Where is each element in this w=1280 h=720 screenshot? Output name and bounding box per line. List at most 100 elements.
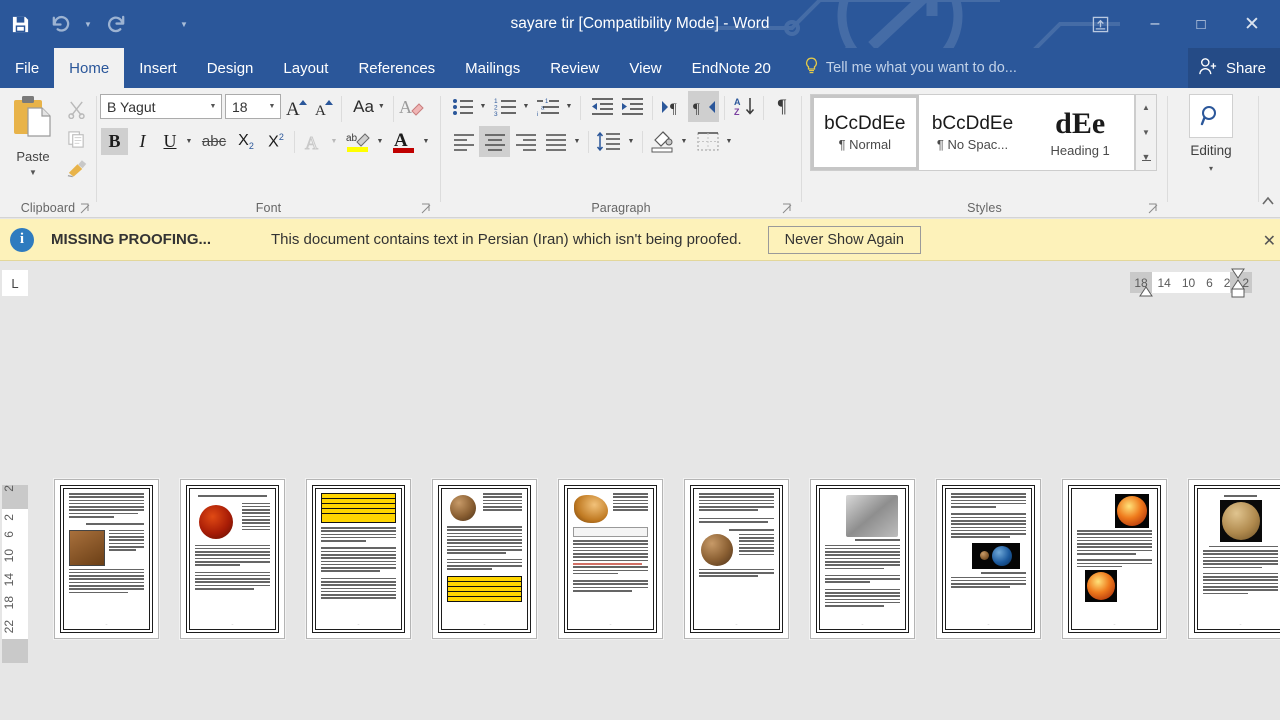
shading-dropdown-icon[interactable]: ▼ bbox=[677, 128, 691, 155]
right-to-left-button[interactable]: ¶ bbox=[688, 91, 719, 122]
clipboard-dialog-launcher[interactable] bbox=[80, 201, 92, 214]
document-page[interactable]: – bbox=[1062, 479, 1167, 639]
editing-dropdown-icon[interactable]: ▾ bbox=[1209, 164, 1213, 173]
maximize-restore-button[interactable]: □ bbox=[1178, 0, 1224, 48]
tab-review[interactable]: Review bbox=[535, 48, 614, 88]
numbering-dropdown-icon[interactable]: ▼ bbox=[519, 93, 533, 120]
share-button[interactable]: Share bbox=[1187, 48, 1280, 88]
tell-me-search[interactable]: Tell me what you want to do... bbox=[804, 48, 1017, 88]
document-canvas[interactable]: – – – – – – – – – – bbox=[28, 307, 1280, 720]
increase-indent-button[interactable] bbox=[617, 93, 647, 120]
bold-button[interactable]: B bbox=[101, 128, 128, 155]
numbering-button[interactable]: 123 bbox=[492, 93, 520, 120]
document-page[interactable]: – bbox=[180, 479, 285, 639]
right-indent-marker[interactable] bbox=[1230, 267, 1246, 300]
shrink-font-button[interactable]: A bbox=[312, 93, 338, 120]
justify-button[interactable] bbox=[541, 128, 570, 155]
tab-view[interactable]: View bbox=[614, 48, 676, 88]
paste-button[interactable]: Paste ▼ bbox=[6, 94, 60, 198]
clear-formatting-button[interactable]: A bbox=[397, 93, 427, 120]
tab-mailings[interactable]: Mailings bbox=[450, 48, 535, 88]
font-name-combobox[interactable]: B Yagut ▼ bbox=[100, 94, 222, 119]
styles-more-icon[interactable]: ▼ bbox=[1136, 145, 1156, 170]
tab-endnote-20[interactable]: EndNote 20 bbox=[677, 48, 786, 88]
ribbon-display-options-icon[interactable] bbox=[1068, 0, 1132, 48]
underline-dropdown-icon[interactable]: ▼ bbox=[182, 128, 196, 155]
tab-layout[interactable]: Layout bbox=[268, 48, 343, 88]
align-left-button[interactable] bbox=[449, 128, 478, 155]
multilevel-dropdown-icon[interactable]: ▼ bbox=[562, 93, 576, 120]
styles-scroll-up-icon[interactable]: ▲ bbox=[1136, 95, 1156, 120]
borders-button[interactable] bbox=[693, 128, 722, 155]
multilevel-list-button[interactable]: 1ai bbox=[535, 93, 563, 120]
change-case-dropdown-icon[interactable]: ▼ bbox=[378, 103, 385, 110]
document-page[interactable]: – bbox=[306, 479, 411, 639]
document-page[interactable]: – bbox=[432, 479, 537, 639]
tab-references[interactable]: References bbox=[343, 48, 450, 88]
style-item-no-spacing[interactable]: bCcDdEe ¶ No Spac... bbox=[919, 95, 1027, 170]
font-color-dropdown-icon[interactable]: ▼ bbox=[419, 128, 433, 155]
line-spacing-button[interactable] bbox=[594, 128, 624, 155]
collapse-ribbon-button[interactable] bbox=[1261, 194, 1275, 213]
tab-file[interactable]: File bbox=[0, 48, 55, 88]
paragraph-dialog-launcher[interactable] bbox=[782, 201, 794, 214]
tab-insert[interactable]: Insert bbox=[124, 48, 192, 88]
tab-design[interactable]: Design bbox=[192, 48, 269, 88]
styles-gallery-scrollbar[interactable]: ▲ ▼ ▼ bbox=[1135, 94, 1157, 171]
italic-button[interactable]: I bbox=[129, 128, 156, 155]
tab-stop-selector[interactable]: L bbox=[2, 270, 28, 296]
message-bar-close-icon[interactable]: ✕ bbox=[1263, 231, 1276, 251]
decrease-indent-button[interactable] bbox=[587, 93, 617, 120]
justify-dropdown-icon[interactable]: ▼ bbox=[570, 128, 584, 155]
font-size-combobox[interactable]: 18 ▼ bbox=[225, 94, 281, 119]
font-name-dropdown-icon[interactable]: ▼ bbox=[205, 103, 221, 110]
align-center-button[interactable] bbox=[479, 126, 510, 157]
document-page[interactable]: – bbox=[810, 479, 915, 639]
document-page[interactable]: – bbox=[684, 479, 789, 639]
align-right-button[interactable] bbox=[511, 128, 540, 155]
vruler-margin-top: 2 bbox=[2, 485, 28, 509]
font-color-button[interactable]: A bbox=[389, 126, 419, 156]
left-indent-marker[interactable] bbox=[1138, 286, 1154, 298]
close-button[interactable]: ✕ bbox=[1224, 0, 1280, 48]
style-item-heading-1[interactable]: dEe Heading 1 bbox=[1026, 95, 1134, 170]
bullets-button[interactable] bbox=[449, 93, 477, 120]
highlight-dropdown-icon[interactable]: ▼ bbox=[373, 128, 387, 155]
copy-button[interactable] bbox=[60, 124, 92, 154]
minimize-button[interactable]: – bbox=[1132, 0, 1178, 48]
text-effects-button[interactable]: A bbox=[300, 128, 328, 155]
line-spacing-dropdown-icon[interactable]: ▼ bbox=[624, 128, 638, 155]
paste-dropdown-icon[interactable]: ▼ bbox=[29, 168, 37, 177]
font-dialog-launcher[interactable] bbox=[421, 201, 433, 214]
vertical-ruler[interactable]: 2 2 6 10 14 18 22 bbox=[2, 307, 28, 667]
change-case-button[interactable]: Aa ▼ bbox=[347, 93, 391, 120]
styles-gallery[interactable]: bCcDdEe ¶ Normal bCcDdEe ¶ No Spac... dE… bbox=[810, 94, 1135, 171]
grow-font-button[interactable]: A bbox=[284, 93, 312, 120]
style-item-normal[interactable]: bCcDdEe ¶ Normal bbox=[811, 95, 919, 170]
sort-button[interactable]: AZ bbox=[730, 93, 760, 120]
text-highlight-button[interactable]: ab bbox=[343, 126, 373, 156]
styles-dialog-launcher[interactable] bbox=[1148, 201, 1160, 214]
editing-button[interactable]: Editing ▾ bbox=[1182, 94, 1240, 194]
never-show-again-button[interactable]: Never Show Again bbox=[767, 225, 921, 254]
left-to-right-button[interactable]: ¶ bbox=[658, 93, 688, 120]
bullets-dropdown-icon[interactable]: ▼ bbox=[476, 93, 490, 120]
subscript-button[interactable]: X2 bbox=[231, 128, 261, 155]
format-painter-button[interactable] bbox=[60, 154, 92, 184]
borders-dropdown-icon[interactable]: ▼ bbox=[722, 128, 736, 155]
document-page[interactable]: – bbox=[558, 479, 663, 639]
horizontal-ruler[interactable]: L 18 14 10 6 2 2 bbox=[0, 261, 1280, 307]
superscript-button[interactable]: X2 bbox=[261, 128, 291, 155]
document-page[interactable]: – bbox=[936, 479, 1041, 639]
tab-home[interactable]: Home bbox=[54, 48, 125, 88]
text-effects-dropdown-icon[interactable]: ▼ bbox=[327, 128, 341, 155]
font-size-dropdown-icon[interactable]: ▼ bbox=[264, 103, 280, 110]
document-page[interactable]: – bbox=[1188, 479, 1280, 639]
cut-button[interactable] bbox=[60, 94, 92, 124]
shading-button[interactable] bbox=[647, 126, 677, 156]
styles-scroll-down-icon[interactable]: ▼ bbox=[1136, 120, 1156, 145]
document-page[interactable]: – bbox=[54, 479, 159, 639]
underline-button[interactable]: U bbox=[157, 128, 183, 155]
strikethrough-button[interactable]: abc bbox=[198, 128, 230, 155]
show-formatting-marks-button[interactable]: ¶ bbox=[768, 93, 796, 120]
